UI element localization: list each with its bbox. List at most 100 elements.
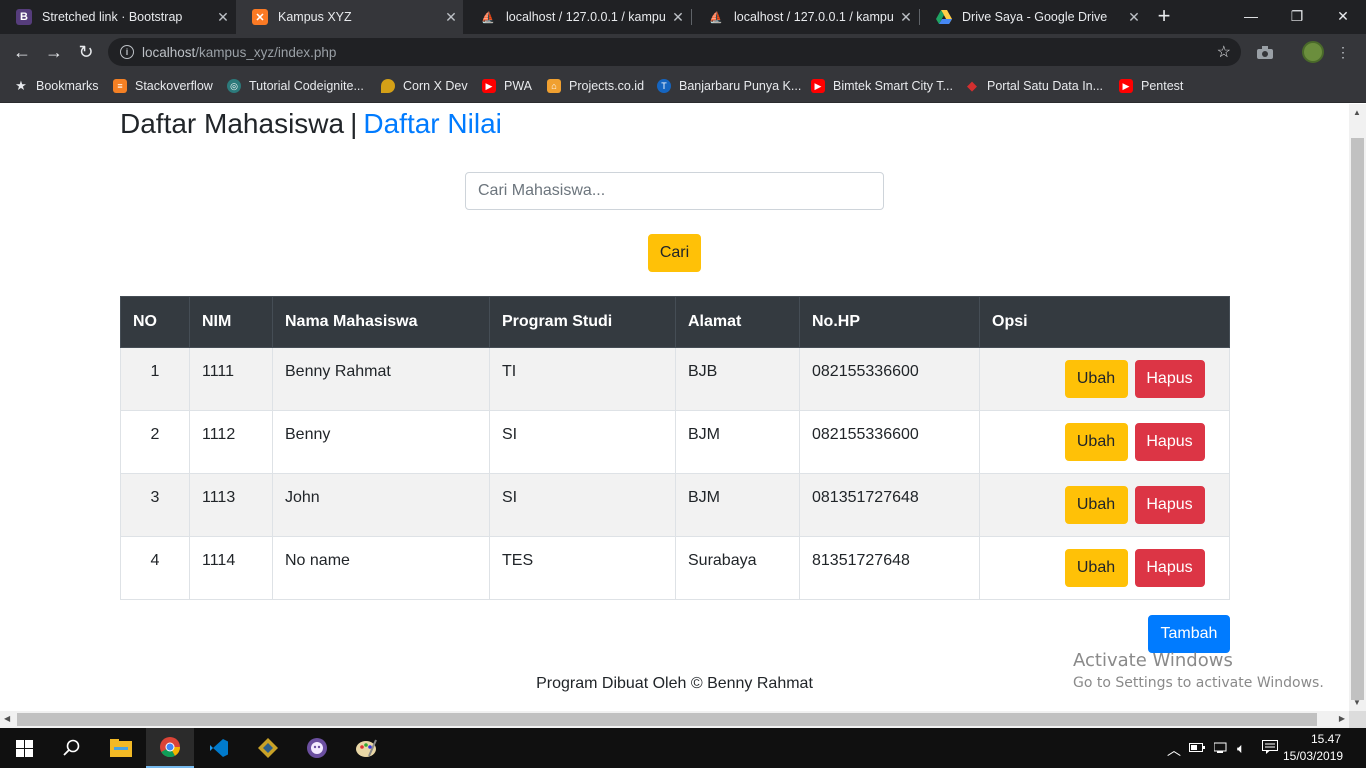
bookmark-label: Bookmarks [36, 79, 99, 93]
bookmark-star-icon[interactable]: ☆ [1217, 42, 1231, 62]
daftar-nilai-link[interactable]: Daftar Nilai [363, 108, 501, 139]
new-tab-icon[interactable]: + [1152, 5, 1176, 29]
battery-icon[interactable] [1189, 740, 1205, 756]
cell-alamat: BJB [675, 347, 800, 411]
search-input[interactable] [465, 172, 884, 210]
vertical-scrollbar[interactable]: ▲ ▼ [1349, 104, 1366, 711]
bootstrap-icon: B [16, 9, 32, 25]
bookmark-item-pwa[interactable]: ▶ PWA [482, 77, 532, 95]
cell-alamat: BJM [675, 410, 800, 474]
git-kraken-icon[interactable] [244, 728, 292, 768]
search-icon[interactable] [48, 728, 96, 768]
clock-date: 15/03/2019 [1283, 749, 1344, 763]
vscode-icon[interactable] [195, 728, 243, 768]
bookmark-label: PWA [504, 79, 533, 93]
cell-nim: 1114 [189, 536, 273, 600]
youtube-icon: ▶ [1119, 79, 1133, 93]
system-clock[interactable]: 15.47 15/03/2019 [1283, 731, 1344, 765]
tab-title: Drive Saya - Google Drive [962, 10, 1108, 24]
bookmark-item-pentest[interactable]: ▶ Pentest [1119, 77, 1183, 95]
close-tab-icon[interactable]: ✕ [666, 9, 690, 26]
volume-icon[interactable]: 🔈︎ [1237, 740, 1245, 757]
scroll-right-icon[interactable]: ▶ [1339, 714, 1345, 723]
network-icon[interactable] [1213, 740, 1230, 756]
back-icon[interactable]: ← [10, 40, 34, 64]
delete-button[interactable]: Hapus [1134, 360, 1205, 398]
edit-button[interactable]: Ubah [1064, 486, 1128, 524]
app-purple-icon[interactable] [293, 728, 341, 768]
notification-center-icon[interactable] [1262, 740, 1278, 757]
info-icon[interactable]: i [120, 45, 134, 59]
xampp-icon: ✕ [252, 9, 268, 25]
profile-avatar-icon[interactable] [1302, 41, 1324, 63]
scroll-left-icon[interactable]: ◀ [4, 714, 10, 723]
bookmark-label: Bimtek Smart City T... [833, 79, 953, 93]
close-tab-icon[interactable]: ✕ [894, 9, 918, 26]
bookmark-label: Banjarbaru Punya K... [679, 79, 802, 93]
browser-tab-phpmyadmin-2[interactable]: ⛵ localhost / 127.0.0.1 / kampus_ ✕ [692, 0, 918, 34]
url-text: localhost/kampus_xyz/index.php [142, 45, 336, 60]
search-button[interactable]: Cari [648, 234, 701, 272]
scroll-thumb[interactable] [17, 713, 1317, 726]
add-student-button[interactable]: Tambah [1148, 615, 1230, 653]
minimize-icon[interactable]: — [1228, 0, 1274, 32]
browser-tab-google-drive[interactable]: Drive Saya - Google Drive ✕ [920, 0, 1146, 34]
url-host: localhost [142, 44, 196, 60]
tribun-icon: T [657, 79, 671, 93]
cell-nim: 1112 [189, 410, 273, 474]
horizontal-scrollbar[interactable]: ◀ ▶ [0, 711, 1349, 728]
bookmark-item-bookmarks[interactable]: ★ Bookmarks [14, 77, 99, 95]
close-tab-icon[interactable]: ✕ [439, 9, 463, 26]
tray-chevron-up-icon[interactable]: ︿ [1167, 740, 1181, 760]
cell-prodi: TI [489, 347, 676, 411]
delete-button[interactable]: Hapus [1134, 423, 1205, 461]
bookmark-item-banjarbaru[interactable]: T Banjarbaru Punya K... [657, 77, 801, 95]
reload-icon[interactable]: ↻ [74, 40, 98, 64]
cell-alamat: BJM [675, 473, 800, 537]
browser-tab-bootstrap[interactable]: B Stretched link · Bootstrap ✕ [0, 0, 235, 34]
cell-opsi: Ubah Hapus [979, 536, 1230, 600]
close-tab-icon[interactable]: ✕ [1122, 9, 1146, 26]
cell-nama: John [272, 473, 490, 537]
scroll-down-icon[interactable]: ▼ [1353, 698, 1361, 707]
delete-button[interactable]: Hapus [1134, 486, 1205, 524]
file-explorer-icon[interactable] [97, 728, 145, 768]
column-header: Alamat [675, 296, 800, 348]
bookmark-label: Tutorial Codeignite... [249, 79, 364, 93]
bookmark-item-corn-x-dev[interactable]: Corn X Dev [381, 77, 468, 95]
bookmark-item-portal-satu-data[interactable]: ◆ Portal Satu Data In... [965, 77, 1103, 95]
forward-icon[interactable]: → [42, 40, 66, 64]
heading-separator: | [350, 108, 358, 139]
edit-button[interactable]: Ubah [1064, 549, 1128, 587]
cell-no: 2 [120, 410, 190, 474]
bookmark-item-stackoverflow[interactable]: ≡ Stackoverflow [113, 77, 213, 95]
browser-tab-kampus-xyz[interactable]: ✕ Kampus XYZ ✕ [236, 0, 463, 34]
delete-button[interactable]: Hapus [1134, 549, 1205, 587]
scroll-up-icon[interactable]: ▲ [1353, 108, 1361, 117]
page-title: Daftar Mahasiswa | Daftar Nilai [120, 108, 502, 140]
globe-icon: ◎ [227, 79, 241, 93]
edit-button[interactable]: Ubah [1064, 360, 1128, 398]
page-viewport: Daftar Mahasiswa|Daftar Nilai Cari NO NI… [0, 104, 1349, 711]
column-header: Program Studi [489, 296, 676, 348]
scrollbar-corner [1349, 711, 1366, 728]
bookmark-item-tutorial-codeigniter[interactable]: ◎ Tutorial Codeignite... [227, 77, 364, 95]
paint-icon[interactable] [342, 728, 390, 768]
close-tab-icon[interactable]: ✕ [211, 9, 235, 26]
column-header: NO [120, 296, 190, 348]
camera-icon[interactable] [1254, 41, 1276, 63]
google-drive-icon [936, 9, 952, 25]
chrome-icon[interactable] [146, 728, 194, 768]
bookmark-item-projects[interactable]: ⌂ Projects.co.id [547, 77, 644, 95]
phpmyadmin-icon: ⛵ [481, 11, 495, 24]
cell-no: 4 [120, 536, 190, 600]
bookmark-item-bimtek[interactable]: ▶ Bimtek Smart City T... [811, 77, 953, 95]
address-bar[interactable]: i localhost/kampus_xyz/index.php ☆ [108, 38, 1241, 66]
scroll-thumb[interactable] [1351, 138, 1364, 700]
close-window-icon[interactable]: ✕ [1320, 0, 1366, 32]
browser-tab-phpmyadmin-1[interactable]: ⛵ localhost / 127.0.0.1 / kampus_ ✕ [464, 0, 690, 34]
edit-button[interactable]: Ubah [1064, 423, 1128, 461]
restore-icon[interactable]: ❐ [1274, 0, 1320, 32]
menu-icon[interactable]: ⋮ [1332, 41, 1354, 63]
windows-start-icon[interactable] [0, 728, 48, 768]
